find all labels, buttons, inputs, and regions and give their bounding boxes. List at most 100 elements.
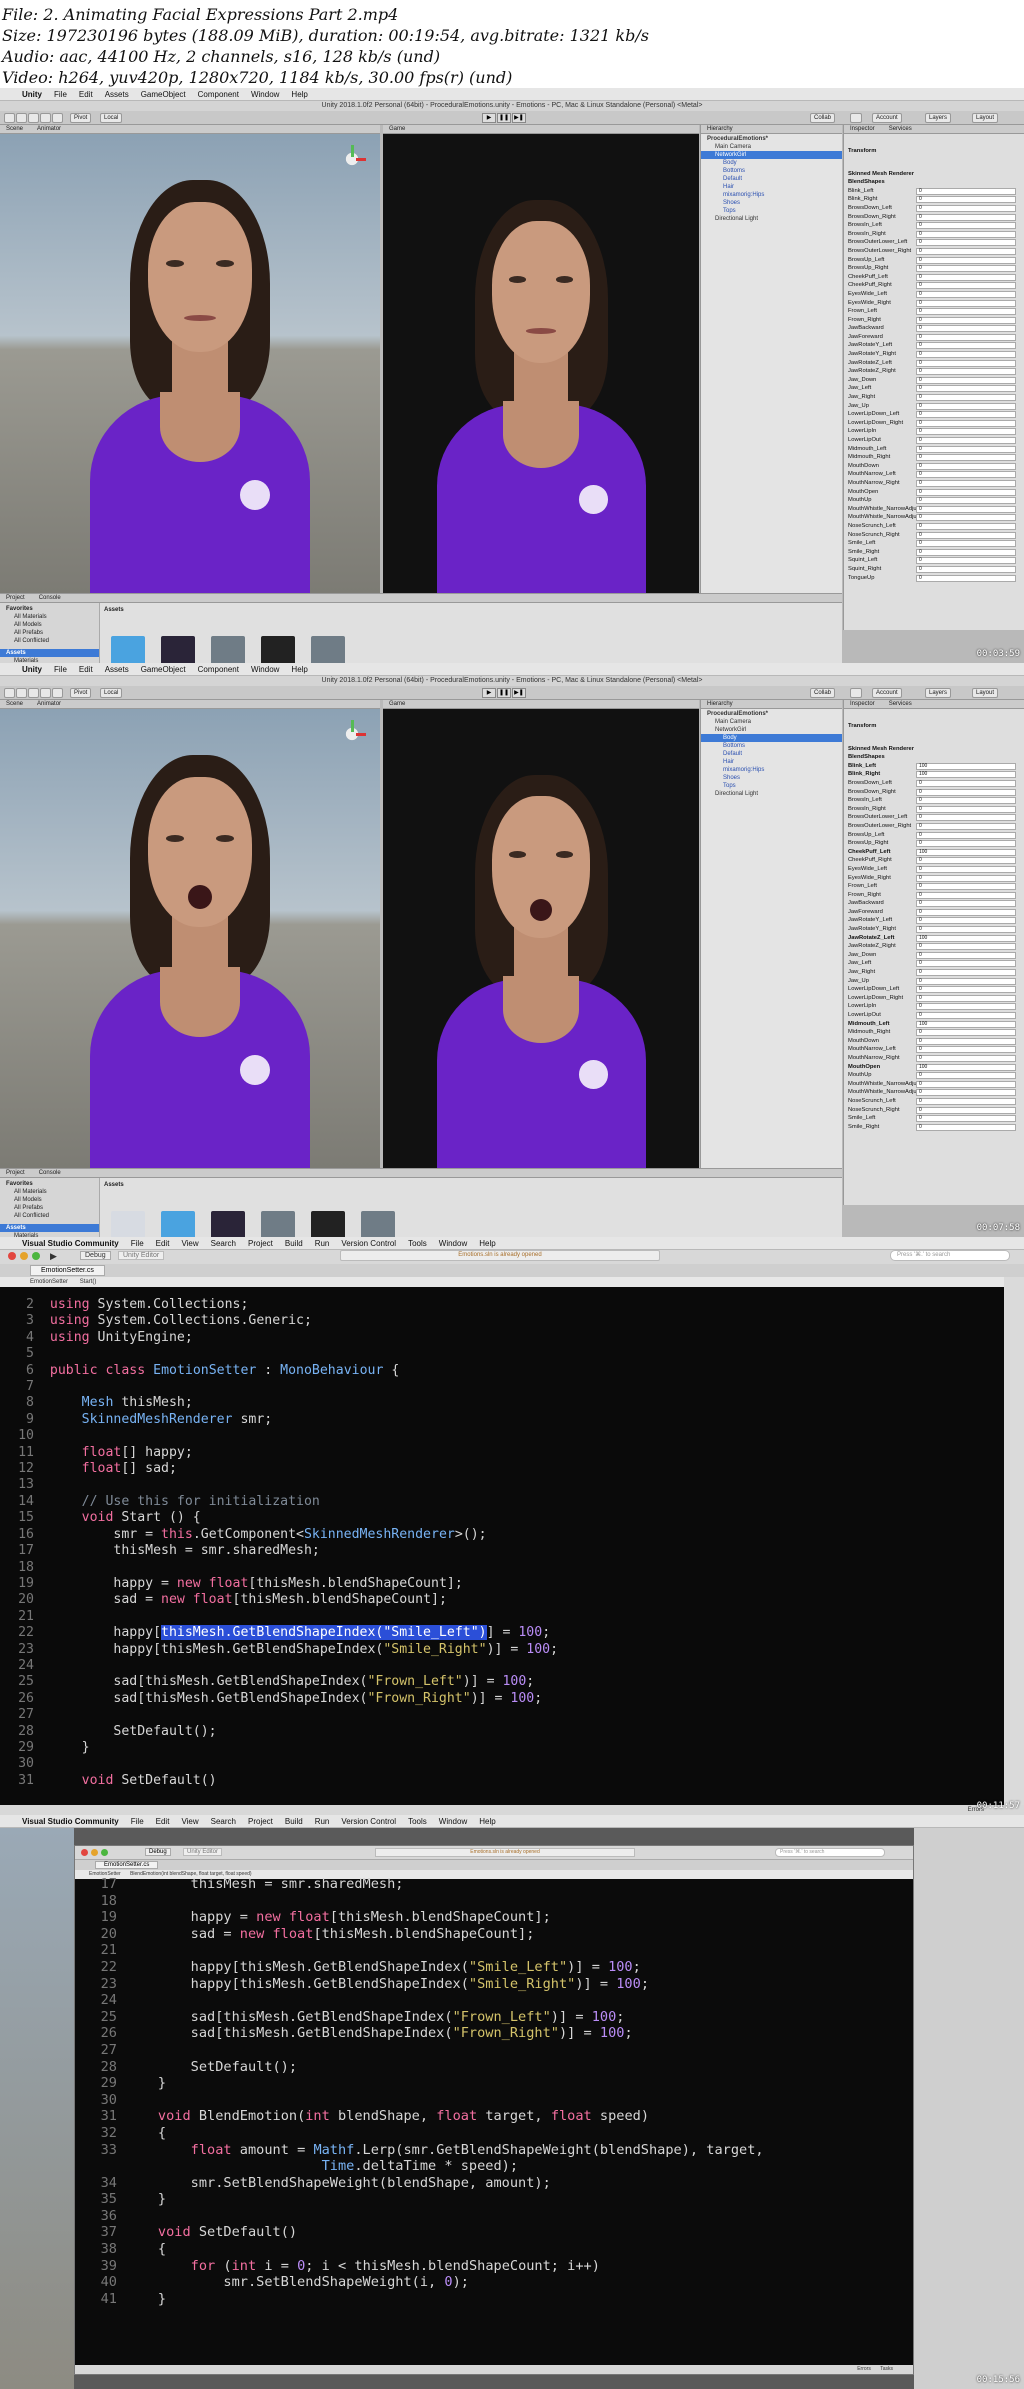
blendshape-value[interactable]: 0 <box>916 1089 1016 1097</box>
cloud-icon-2[interactable] <box>850 688 862 698</box>
blendshape-value[interactable]: 0 <box>916 265 1016 273</box>
favorites-item-1-1[interactable]: All Materials <box>0 613 99 621</box>
favorites-item-0-2[interactable]: Favorites <box>0 1178 99 1188</box>
menu-view-4[interactable]: View <box>181 1817 198 1826</box>
blendshape-value[interactable]: 0 <box>916 333 1016 341</box>
blendshape-value[interactable]: 0 <box>916 1115 1016 1123</box>
blendshape-value[interactable]: 0 <box>916 230 1016 238</box>
inspector-smr-1[interactable]: Skinned Mesh Renderer <box>844 170 1024 179</box>
collab-dropdown-1[interactable]: Collab <box>810 113 836 123</box>
rect-tool-icon-1[interactable] <box>52 113 63 123</box>
blendshape-value[interactable]: 0 <box>916 779 1016 787</box>
hierarchy-item-7-1[interactable]: mixamorig:Hips <box>701 191 842 199</box>
menu-project[interactable]: Project <box>248 1239 273 1248</box>
hierarchy-item-1-1[interactable]: Main Camera <box>701 143 842 151</box>
menu-edit-u1[interactable]: Edit <box>79 90 93 99</box>
tab-inspector-1[interactable]: Inspector <box>850 126 875 132</box>
tab-console-2[interactable]: Console <box>39 1170 61 1176</box>
menu-run-4[interactable]: Run <box>315 1817 330 1826</box>
layers-dropdown-1[interactable]: Layers <box>925 113 952 123</box>
blendshape-value[interactable]: 0 <box>916 187 1016 195</box>
zoom-window-button-4[interactable] <box>101 1849 108 1856</box>
scene-gizmo-icon-1[interactable] <box>338 145 366 173</box>
hierarchy-item-2-2[interactable]: NetworkGirl <box>701 726 842 734</box>
hierarchy-item-6-1[interactable]: Hair <box>701 183 842 191</box>
close-window-button[interactable] <box>8 1252 16 1260</box>
run-button[interactable]: ▶ <box>50 1251 57 1262</box>
tab-game-2[interactable]: Game <box>383 700 699 709</box>
hierarchy-item-9-2[interactable]: Tops <box>701 782 842 790</box>
blendshape-value[interactable]: 0 <box>916 462 1016 470</box>
tab-project-2[interactable]: Project <box>6 1170 25 1176</box>
blendshape-value[interactable]: 0 <box>916 222 1016 230</box>
menu-build[interactable]: Build <box>285 1239 303 1248</box>
blendshape-value[interactable]: 100 <box>916 934 1016 942</box>
hand-tool-icon-2[interactable] <box>4 688 15 698</box>
blendshape-value[interactable]: 0 <box>916 1072 1016 1080</box>
tab-project-1[interactable]: Project <box>6 595 25 601</box>
tab-animator-2[interactable]: Animator <box>37 701 61 707</box>
favorites-item-4-2[interactable]: All Conflicted <box>0 1212 99 1220</box>
menu-search[interactable]: Search <box>211 1239 236 1248</box>
tab-inspector-2[interactable]: Inspector <box>850 701 875 707</box>
menu-edit[interactable]: Edit <box>156 1239 170 1248</box>
blendshape-value[interactable]: 0 <box>916 247 1016 255</box>
hierarchy-item-10-2[interactable]: Directional Light <box>701 790 842 798</box>
pause-button-1[interactable]: ❚❚ <box>497 113 511 123</box>
blendshape-value[interactable]: 0 <box>916 213 1016 221</box>
search-input-4[interactable]: Press '⌘.' to search <box>775 1848 885 1857</box>
menu-file[interactable]: File <box>131 1239 144 1248</box>
hierarchy-item-4-1[interactable]: Bottoms <box>701 167 842 175</box>
menu-window-4[interactable]: Window <box>439 1817 467 1826</box>
close-window-button-4[interactable] <box>81 1849 88 1856</box>
blendshape-value[interactable]: 0 <box>916 917 1016 925</box>
blendshape-value[interactable]: 0 <box>916 359 1016 367</box>
menu-help-u1[interactable]: Help <box>291 90 307 99</box>
menu-help[interactable]: Help <box>479 1239 495 1248</box>
tab-services-2[interactable]: Services <box>889 701 912 707</box>
blendshape-value[interactable]: 0 <box>916 342 1016 350</box>
favorites-item-4-1[interactable]: All Conflicted <box>0 637 99 645</box>
hierarchy-item-5-2[interactable]: Default <box>701 750 842 758</box>
blendshape-value[interactable]: 0 <box>916 831 1016 839</box>
blendshape-value[interactable]: 0 <box>916 969 1016 977</box>
favorites-item-2-2[interactable]: All Models <box>0 1196 99 1204</box>
blendshape-value[interactable]: 0 <box>916 840 1016 848</box>
hand-tool-icon-1[interactable] <box>4 113 15 123</box>
blendshape-value[interactable]: 0 <box>916 479 1016 487</box>
blendshape-value[interactable]: 0 <box>916 857 1016 865</box>
blendshape-value[interactable]: 0 <box>916 1046 1016 1054</box>
collab-dropdown-2[interactable]: Collab <box>810 688 836 698</box>
asset-item-3-1[interactable]: ProceduralEmoti... <box>258 636 298 663</box>
account-dropdown-1[interactable]: Account <box>872 113 902 123</box>
local-toggle-2[interactable]: Local <box>100 688 123 698</box>
blendshape-value[interactable]: 0 <box>916 351 1016 359</box>
tab-scene-1[interactable]: Scene <box>6 126 23 132</box>
favorites-item-1-2[interactable]: All Materials <box>0 1188 99 1196</box>
menu-help-4[interactable]: Help <box>479 1817 495 1826</box>
blendshape-value[interactable]: 0 <box>916 822 1016 830</box>
move-tool-icon-1[interactable] <box>16 113 27 123</box>
minimize-window-button-4[interactable] <box>91 1849 98 1856</box>
tab-game-1[interactable]: Game <box>383 125 699 134</box>
tab-scene-2[interactable]: Scene <box>6 701 23 707</box>
inspector-transform-1[interactable]: Transform <box>844 147 1024 156</box>
scale-tool-icon-1[interactable] <box>40 113 51 123</box>
menu-view[interactable]: View <box>181 1239 198 1248</box>
blendshape-value[interactable]: 0 <box>916 522 1016 530</box>
step-button-1[interactable]: ▶❚ <box>512 113 526 123</box>
tab-emotionsetter-4[interactable]: EmotionSetter.cs <box>95 1861 159 1869</box>
layout-dropdown-1[interactable]: Layout <box>972 113 999 123</box>
blendshape-value[interactable]: 0 <box>916 865 1016 873</box>
blendshape-value[interactable]: 0 <box>916 394 1016 402</box>
hierarchy-item-3-1[interactable]: Body <box>701 159 842 167</box>
pivot-toggle-2[interactable]: Pivot <box>70 688 92 698</box>
scene-view-2[interactable]: Scene Animator <box>0 700 380 1168</box>
account-dropdown-2[interactable]: Account <box>872 688 902 698</box>
blendshape-value[interactable]: 0 <box>916 565 1016 573</box>
blendshape-value[interactable]: 0 <box>916 256 1016 264</box>
menu-edit-4[interactable]: Edit <box>156 1817 170 1826</box>
menu-vs[interactable]: Visual Studio Community <box>22 1239 119 1248</box>
blendshape-value[interactable]: 0 <box>916 299 1016 307</box>
menu-search-4[interactable]: Search <box>211 1817 236 1826</box>
